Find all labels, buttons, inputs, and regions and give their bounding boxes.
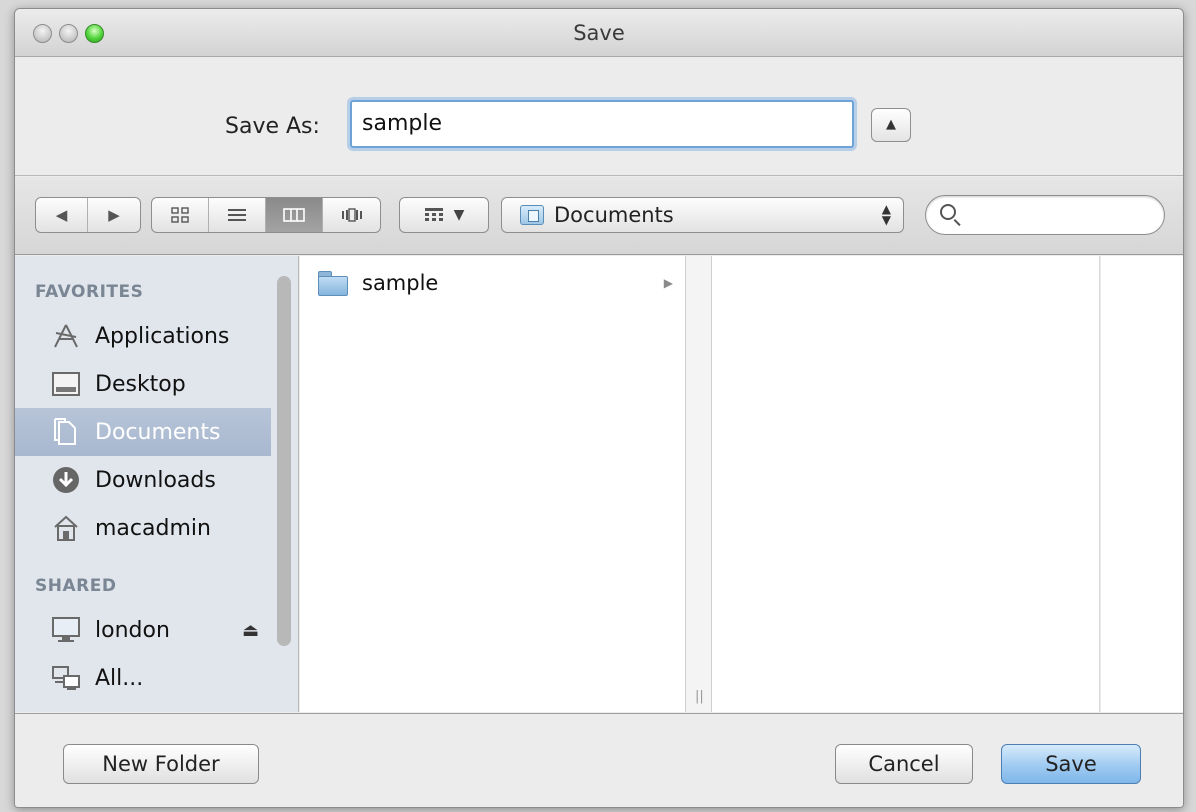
arrange-grid-icon — [424, 208, 443, 221]
save-as-input[interactable]: sample — [350, 100, 854, 148]
toolbar: ◀ ▶ ▼ Documents ▲ ▼ — [15, 177, 1183, 255]
title-bar: Save — [15, 9, 1183, 57]
column-resize-strip[interactable] — [686, 256, 712, 712]
sidebar-item-label: All... — [95, 665, 144, 691]
sidebar-item-applications[interactable]: Applications — [15, 312, 271, 360]
list-view-button[interactable] — [209, 198, 266, 232]
item-label: sample — [362, 271, 439, 295]
new-folder-button[interactable]: New Folder — [63, 744, 259, 784]
search-icon — [940, 204, 956, 220]
sidebar-item-london[interactable]: london ⏏ — [15, 606, 271, 654]
applications-icon — [51, 322, 81, 350]
desktop-icon — [51, 370, 81, 398]
eject-icon[interactable]: ⏏ — [242, 620, 259, 641]
coverflow-view-button[interactable] — [323, 198, 380, 232]
save-dialog: Save Save As: sample ▲ ◀ ▶ ▼ Documents ▲… — [14, 8, 1184, 808]
button-bar: New Folder Cancel Save — [15, 713, 1183, 807]
location-popup[interactable]: Documents ▲ ▼ — [501, 197, 904, 233]
icon-view-icon — [171, 207, 189, 223]
network-icon — [51, 664, 81, 692]
browser-column-2 — [712, 256, 1100, 712]
column-resize-handle-icon[interactable]: || — [695, 689, 704, 704]
triangle-up-icon: ▲ — [886, 117, 896, 132]
coverflow-view-icon — [341, 208, 362, 222]
sidebar-item-documents[interactable]: Documents — [15, 408, 271, 456]
sidebar-item-desktop[interactable]: Desktop — [15, 360, 271, 408]
shared-header: SHARED — [35, 576, 117, 596]
list-item[interactable]: sample ▶ — [300, 268, 685, 298]
back-forward-control: ◀ ▶ — [35, 197, 141, 233]
location-label: Documents — [554, 203, 674, 227]
sidebar-item-label: Downloads — [95, 467, 216, 493]
sidebar-item-all[interactable]: All... — [15, 654, 271, 702]
forward-button[interactable]: ▶ — [88, 198, 140, 232]
sidebar-item-label: london — [95, 617, 170, 643]
column-view-button[interactable] — [266, 198, 323, 232]
forward-arrow-icon: ▶ — [108, 206, 120, 224]
sidebar-item-macadmin[interactable]: macadmin — [15, 504, 271, 552]
documents-icon — [51, 418, 81, 446]
documents-folder-icon — [520, 205, 544, 225]
sidebar-scrollbar[interactable] — [277, 276, 291, 646]
home-icon — [51, 514, 81, 542]
list-view-icon — [228, 209, 246, 221]
arrange-menu-button[interactable]: ▼ — [399, 197, 489, 233]
sidebar-item-downloads[interactable]: Downloads — [15, 456, 271, 504]
popup-stepper-icon: ▲ ▼ — [881, 202, 891, 227]
folder-icon — [318, 271, 348, 296]
dropdown-arrow-icon: ▼ — [453, 207, 465, 223]
save-as-row: Save As: sample ▲ — [15, 58, 1183, 176]
sidebar-item-label: macadmin — [95, 515, 211, 541]
favorites-header: FAVORITES — [35, 282, 144, 302]
cancel-button[interactable]: Cancel — [835, 744, 973, 784]
browser-column-1: sample ▶ — [300, 256, 686, 712]
sidebar-item-label: Applications — [95, 323, 230, 349]
collapse-dialog-button[interactable]: ▲ — [871, 108, 911, 142]
computer-icon — [51, 616, 81, 644]
downloads-icon — [51, 466, 81, 494]
view-mode-control — [151, 197, 381, 233]
back-button[interactable]: ◀ — [36, 198, 89, 232]
save-button[interactable]: Save — [1001, 744, 1141, 784]
back-arrow-icon: ◀ — [55, 206, 68, 224]
save-as-label: Save As: — [225, 114, 320, 139]
column-view-icon — [283, 208, 305, 222]
disclosure-arrow-icon: ▶ — [663, 276, 673, 290]
browser-column-3 — [1101, 256, 1183, 712]
sidebar-item-label: Documents — [95, 419, 221, 445]
search-field[interactable] — [925, 195, 1165, 235]
sidebar-item-label: Desktop — [95, 371, 186, 397]
sidebar: FAVORITES Applications Desktop Documents… — [15, 256, 299, 712]
window-title: Save — [573, 21, 625, 45]
icon-view-button[interactable] — [152, 198, 209, 232]
